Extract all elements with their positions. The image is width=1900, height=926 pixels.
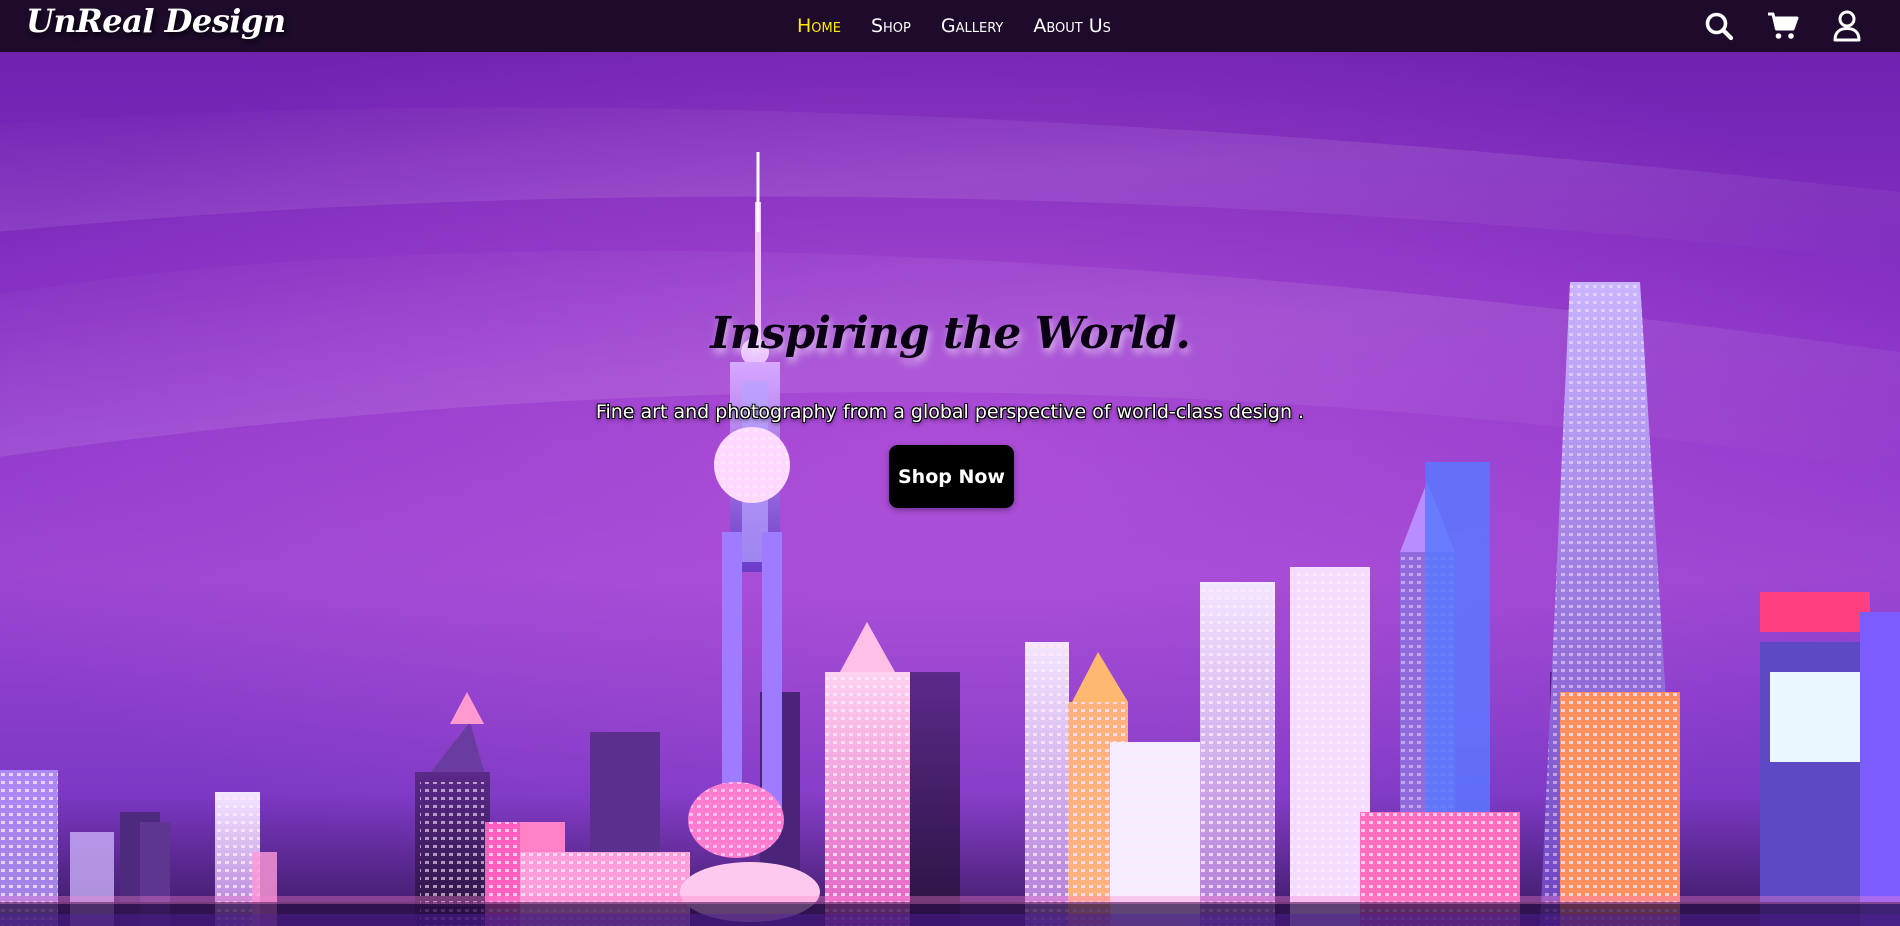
search-icon[interactable] [1702, 9, 1736, 43]
hero-title: Inspiring the World. [710, 308, 1191, 359]
nav-link-gallery[interactable]: Gallery [941, 15, 1003, 37]
nav-link-about-us[interactable]: About Us [1033, 15, 1111, 37]
nav-links: Home Shop Gallery About Us [797, 0, 1111, 52]
hero-subtitle: Fine art and photography from a global p… [595, 401, 1305, 423]
page: UnReal Design Home Shop Gallery About Us [0, 0, 1900, 926]
cart-icon[interactable] [1766, 9, 1800, 43]
nav-icons [1702, 0, 1864, 52]
navbar: UnReal Design Home Shop Gallery About Us [0, 0, 1900, 52]
nav-link-home[interactable]: Home [797, 15, 841, 37]
hero-section: Inspiring the World. Fine art and photog… [0, 52, 1900, 926]
user-icon[interactable] [1830, 9, 1864, 43]
nav-link-shop[interactable]: Shop [871, 15, 911, 37]
shop-now-button[interactable]: Shop Now [889, 445, 1014, 508]
brand-logo[interactable]: UnReal Design [26, 2, 286, 40]
